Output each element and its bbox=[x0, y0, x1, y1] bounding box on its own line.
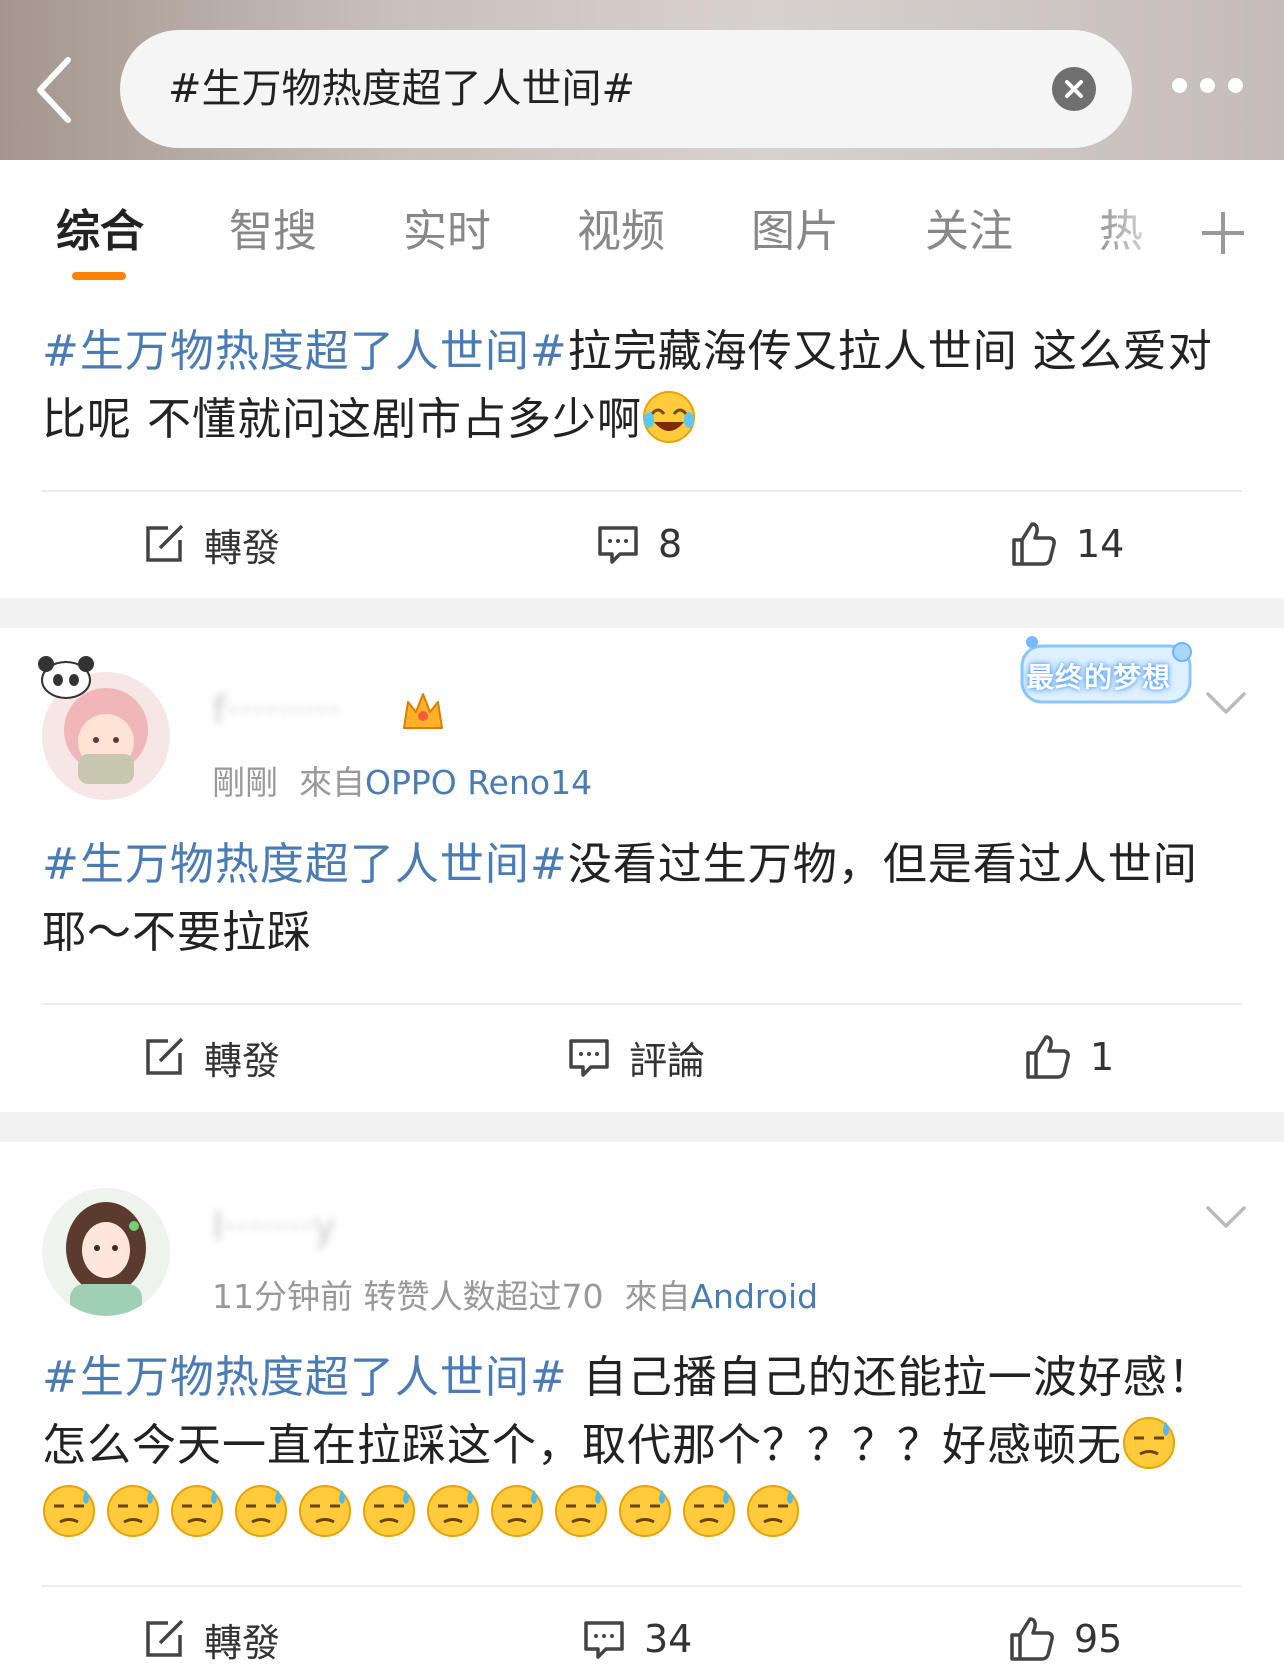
repost-button[interactable]: 轉發 bbox=[142, 514, 280, 574]
like-button[interactable]: 1 bbox=[1024, 1027, 1114, 1087]
active-tab-indicator bbox=[72, 272, 126, 280]
sweat-emoji-icon bbox=[42, 1484, 96, 1538]
sweat-emoji-icon bbox=[618, 1484, 672, 1538]
sweat-emoji-icon bbox=[554, 1484, 608, 1538]
comment-count: 34 bbox=[644, 1617, 693, 1661]
comment-button[interactable]: 34 bbox=[582, 1609, 692, 1669]
badge-text: 最终的梦想 bbox=[1026, 661, 1172, 694]
thumbs-up-icon bbox=[1012, 522, 1056, 566]
repost-icon bbox=[146, 1619, 184, 1657]
sweat-emoji-icon bbox=[746, 1484, 800, 1538]
sweat-emoji-icon bbox=[362, 1484, 416, 1538]
divider bbox=[42, 1585, 1242, 1587]
laughing-crying-emoji-icon bbox=[642, 390, 696, 444]
post-2-text: #生万物热度超了人世间#没看过生万物，但是看过人世间耶～不要拉踩 bbox=[42, 831, 1242, 967]
search-input[interactable]: #生万物热度超了人世间# bbox=[120, 30, 1132, 148]
post-meta: 11分钟前 转赞人数超过70 來自Android bbox=[212, 1270, 818, 1318]
post-meta: 剛剛 來自OPPO Reno14 bbox=[212, 756, 592, 804]
tab-smart-search[interactable]: 智搜 bbox=[229, 202, 317, 262]
post-3-text: #生万物热度超了人世间# 自己播自己的还能拉一波好感！怎么今天一直在拉踩这个，取… bbox=[42, 1344, 1242, 1548]
more-icon[interactable] bbox=[1172, 78, 1252, 98]
repost-button[interactable]: 轉發 bbox=[142, 1027, 280, 1087]
tab-comprehensive[interactable]: 综合 bbox=[56, 202, 144, 262]
repost-label: 轉發 bbox=[204, 525, 281, 570]
sweat-emoji-icon bbox=[490, 1484, 544, 1538]
divider bbox=[42, 1003, 1242, 1005]
sweat-emoji-icon bbox=[426, 1484, 480, 1538]
section-gap bbox=[0, 1112, 1284, 1142]
sweat-emoji-icon bbox=[106, 1484, 160, 1538]
tab-fade bbox=[1090, 190, 1180, 270]
tab-realtime[interactable]: 实时 bbox=[403, 202, 491, 262]
sweat-emoji-icon bbox=[682, 1484, 736, 1538]
clear-icon[interactable] bbox=[1052, 67, 1096, 111]
chevron-down-icon[interactable] bbox=[1204, 1202, 1248, 1232]
post-time: 11分钟前 bbox=[212, 1277, 353, 1316]
like-count: 14 bbox=[1076, 522, 1125, 566]
comment-count: 8 bbox=[658, 522, 683, 566]
repost-button[interactable]: 轉發 bbox=[142, 1609, 280, 1669]
add-tab-icon[interactable] bbox=[1198, 208, 1248, 258]
post-time: 剛剛 bbox=[212, 763, 278, 802]
sweat-emoji-icon bbox=[234, 1484, 288, 1538]
post-source: Android bbox=[690, 1277, 819, 1316]
fan-badge: 最终的梦想 bbox=[1018, 632, 1198, 712]
comment-label: 評論 bbox=[629, 1038, 706, 1083]
sweat-emoji-icon bbox=[298, 1484, 352, 1538]
panda-ornament-icon bbox=[38, 656, 94, 699]
post-source: OPPO Reno14 bbox=[364, 763, 593, 802]
source-prefix: 來自 bbox=[624, 1277, 691, 1316]
comment-icon bbox=[569, 1039, 609, 1077]
post-3-hashtag[interactable]: #生万物热度超了人世间# bbox=[42, 1352, 568, 1403]
repost-icon bbox=[146, 1037, 184, 1075]
repost-label: 轉發 bbox=[204, 1620, 281, 1665]
sweat-emoji-icon bbox=[170, 1484, 224, 1538]
source-prefix: 來自 bbox=[298, 763, 365, 802]
top-bar: #生万物热度超了人世间# bbox=[0, 0, 1284, 160]
chevron-down-icon[interactable] bbox=[1204, 688, 1248, 718]
post-1-hashtag[interactable]: #生万物热度超了人世间# bbox=[42, 326, 568, 377]
divider bbox=[42, 490, 1242, 492]
username[interactable]: I·······y bbox=[212, 1204, 336, 1250]
vip-crown-icon bbox=[403, 693, 443, 729]
post-2-hashtag[interactable]: #生万物热度超了人世间# bbox=[42, 839, 568, 890]
thumbs-up-icon bbox=[1010, 1617, 1054, 1661]
username[interactable]: f········· bbox=[212, 688, 341, 734]
tab-video[interactable]: 视频 bbox=[577, 202, 665, 262]
tab-following[interactable]: 关注 bbox=[925, 202, 1013, 262]
repost-icon bbox=[146, 524, 184, 562]
comment-button[interactable]: 8 bbox=[596, 514, 682, 574]
thumbs-up-icon bbox=[1026, 1035, 1070, 1079]
comment-button[interactable]: 評論 bbox=[567, 1027, 705, 1087]
tab-bar: 综合 智搜 实时 视频 图片 关注 热 bbox=[0, 160, 1284, 290]
like-count: 1 bbox=[1090, 1035, 1115, 1079]
like-button[interactable]: 95 bbox=[1008, 1609, 1122, 1669]
avatar[interactable] bbox=[42, 1188, 170, 1316]
repost-stat: 转赞人数超过70 bbox=[363, 1277, 604, 1316]
back-icon[interactable] bbox=[30, 50, 90, 130]
comment-icon bbox=[584, 1621, 624, 1659]
like-count: 95 bbox=[1074, 1617, 1123, 1661]
section-gap bbox=[0, 598, 1284, 628]
repost-label: 轉發 bbox=[204, 1038, 281, 1083]
tab-images[interactable]: 图片 bbox=[751, 202, 839, 262]
sweat-emoji-icon bbox=[1122, 1416, 1176, 1470]
like-button[interactable]: 14 bbox=[1010, 514, 1124, 574]
comment-icon bbox=[598, 526, 638, 564]
search-query[interactable]: #生万物热度超了人世间# bbox=[168, 30, 635, 148]
post-1-text: #生万物热度超了人世间#拉完藏海传又拉人世间 这么爱对比呢 不懂就问这剧市占多少… bbox=[42, 318, 1242, 454]
